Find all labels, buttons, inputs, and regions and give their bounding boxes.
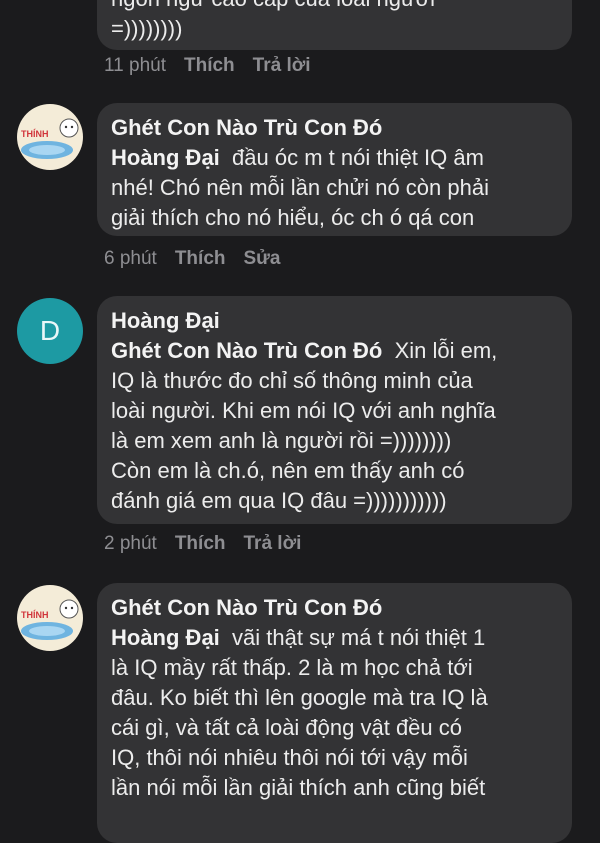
comment-text-line: là IQ mầy rất thấp. 2 là m học chả tới	[111, 655, 473, 680]
comment-text-line: vãi thật sự má t nói thiệt 1	[232, 625, 486, 650]
comment-meta-1: 11 phút Thích Trả lời	[104, 54, 311, 78]
like-button[interactable]: Thích	[184, 55, 235, 77]
edit-button[interactable]: Sửa	[244, 248, 281, 270]
avatar-label: THÍNH	[21, 610, 49, 620]
comment-text-line: cái gì, và tất cả loài động vật đều có	[111, 715, 463, 740]
comment-bubble-2: Ghét Con Nào Trù Con Đó Hoàng Đại đầu óc…	[97, 103, 572, 236]
comment-author[interactable]: Ghét Con Nào Trù Con Đó	[111, 593, 554, 623]
comment-meta-3: 2 phút Thích Trả lời	[104, 532, 301, 556]
comment-text-line: Xin lỗi em,	[394, 338, 498, 363]
comment-text-line: nhé! Chó nên mỗi lần chửi nó còn phải	[111, 175, 489, 200]
mention-link[interactable]: Hoàng Đại	[111, 625, 220, 650]
comment-text-line: đánh giá em qua IQ đâu =)))))))))))	[111, 488, 447, 513]
avatar-thinh-icon: THÍNH	[17, 104, 83, 170]
comment-text-line: lần nói mỗi lần giải thích anh cũng biết	[111, 775, 486, 800]
comment-text: Hoàng Đại đầu óc m t nói thiệt IQ âm nhé…	[111, 143, 554, 233]
comment-text-line: giải thích cho nó hiểu, óc ch ó qá con	[111, 205, 475, 230]
like-button[interactable]: Thích	[175, 533, 226, 555]
comment-time: 2 phút	[104, 533, 157, 554]
comment-time: 11 phút	[104, 55, 166, 76]
comment-text-line: đâu. Ko biết thì lên google mà tra IQ là	[111, 685, 488, 710]
comment-text-line: loài người. Khi em nói IQ với anh nghĩa	[111, 398, 496, 423]
comment-text-line: Còn em là ch.ó, nên em thấy anh có	[111, 458, 465, 483]
comment-text: Hoàng Đại vãi thật sự má t nói thiệt 1 l…	[111, 623, 554, 803]
comment-bubble-3: Hoàng Đại Ghét Con Nào Trù Con Đó Xin lỗ…	[97, 296, 572, 524]
comment-time: 6 phút	[104, 248, 157, 269]
comment-text: ngôn ngữ cao cấp của loài người =)))))))…	[111, 0, 554, 44]
comment-text-line: IQ, thôi nói nhiêu thôi nói tới vậy mỗi	[111, 745, 468, 770]
avatar-letter: D	[39, 315, 61, 346]
reply-button[interactable]: Trả lời	[244, 533, 302, 555]
comment-bubble-4: Ghét Con Nào Trù Con Đó Hoàng Đại vãi th…	[97, 583, 572, 843]
comment-text-line: =))))))))	[111, 16, 183, 41]
comment-text-line: đầu óc m t nói thiệt IQ âm	[232, 145, 484, 170]
mention-link[interactable]: Ghét Con Nào Trù Con Đó	[111, 338, 382, 363]
comment-text-line: ngôn ngữ cao cấp của loài người	[111, 0, 435, 11]
comment-bubble-1: ngôn ngữ cao cấp của loài người =)))))))…	[97, 0, 572, 50]
comment-author[interactable]: Hoàng Đại	[111, 306, 554, 336]
avatar[interactable]: THÍNH	[17, 104, 83, 170]
avatar[interactable]: THÍNH	[17, 585, 83, 651]
comment-text-line: là em xem anh là người rồi =))))))))	[111, 428, 452, 453]
avatar[interactable]: D	[17, 298, 83, 364]
mention-link[interactable]: Hoàng Đại	[111, 145, 220, 170]
avatar-label: THÍNH	[21, 129, 49, 139]
comment-author[interactable]: Ghét Con Nào Trù Con Đó	[111, 113, 554, 143]
comment-text-line: IQ là thước đo chỉ số thông minh của	[111, 368, 473, 393]
comment-text: Ghét Con Nào Trù Con Đó Xin lỗi em, IQ l…	[111, 336, 554, 516]
reply-button[interactable]: Trả lời	[253, 55, 311, 77]
comment-meta-2: 6 phút Thích Sửa	[104, 247, 281, 271]
like-button[interactable]: Thích	[175, 248, 226, 270]
avatar-thinh-icon: THÍNH	[17, 585, 83, 651]
